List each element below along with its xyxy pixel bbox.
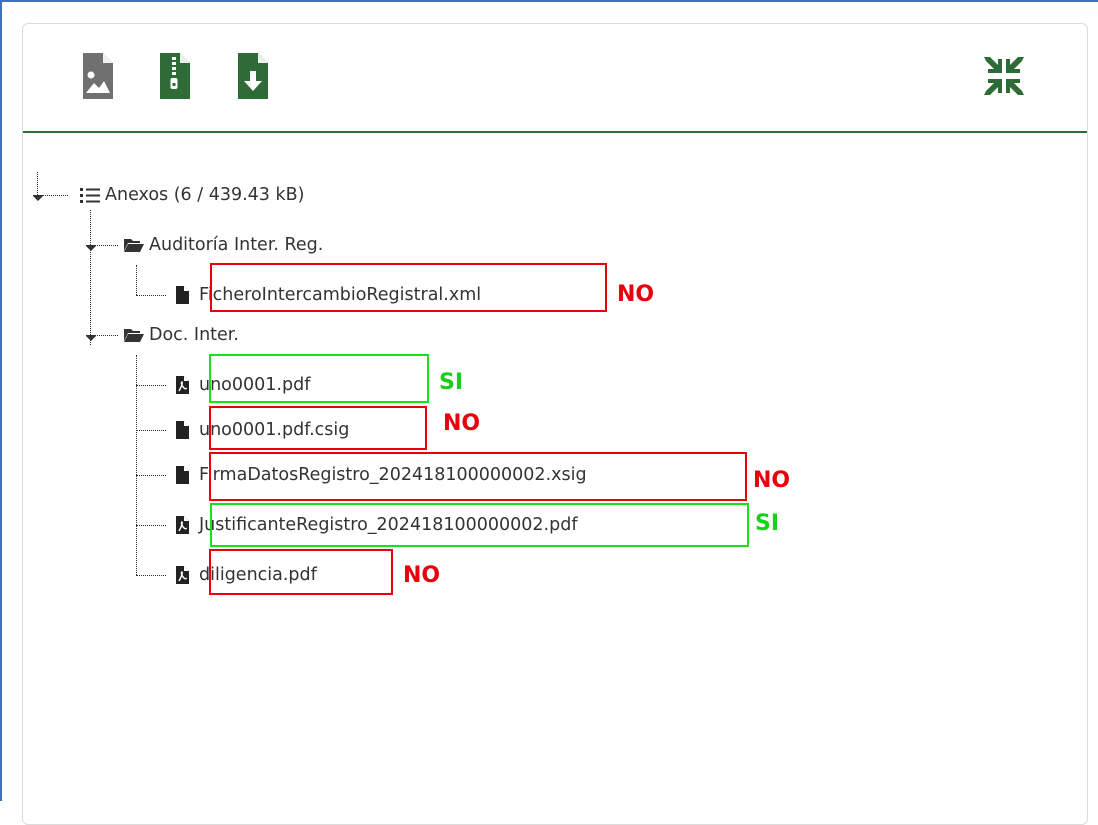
folder-label: Auditoría Inter. Reg.: [149, 235, 324, 255]
tree-root-anexos[interactable]: Anexos (6 / 439.43 kB): [79, 180, 304, 210]
tree-folder-doc-inter[interactable]: Doc. Inter.: [123, 320, 239, 350]
tree-root-label: Anexos (6 / 439.43 kB): [105, 185, 305, 205]
folder-label: Doc. Inter.: [149, 325, 239, 345]
folder-open-icon: [123, 234, 145, 256]
window-top-border: [0, 0, 1098, 2]
annotation-box: [210, 263, 607, 312]
tree-folder-auditoria[interactable]: Auditoría Inter. Reg.: [123, 230, 323, 260]
file-icon: [171, 419, 193, 441]
annotation-box: [210, 503, 749, 547]
collapse-icon[interactable]: [980, 51, 1028, 101]
annotation-box: [209, 354, 429, 403]
tree-connector: [136, 575, 166, 576]
annotation-box: [209, 549, 393, 595]
annotation-box: [209, 452, 747, 501]
tree-connector: [136, 295, 166, 296]
toolbar: [23, 24, 1087, 133]
annotation-mark: NO: [403, 563, 441, 588]
annotation-mark: NO: [753, 468, 791, 493]
folder-open-icon: [123, 324, 145, 346]
download-file-icon[interactable]: [236, 51, 270, 101]
tree-connector: [136, 475, 166, 476]
tree-connector: [136, 355, 137, 575]
window-left-border: [0, 0, 2, 801]
pdf-file-icon: [171, 374, 193, 396]
pdf-file-icon: [171, 564, 193, 586]
list-icon: [79, 184, 101, 206]
annotation-box: [209, 406, 427, 450]
file-icon: [171, 284, 193, 306]
expanded-arrow-icon[interactable]: [32, 189, 44, 208]
file-tree: Anexos (6 / 439.43 kB) Auditoría Inter. …: [23, 132, 1087, 822]
annotation-mark: NO: [617, 282, 655, 307]
image-file-icon[interactable]: [81, 51, 115, 101]
expanded-arrow-icon[interactable]: [85, 239, 97, 258]
expanded-arrow-icon[interactable]: [85, 329, 97, 348]
tree-connector: [136, 265, 137, 295]
annotation-mark: SI: [439, 370, 464, 395]
tree-connector: [136, 525, 166, 526]
zip-file-icon[interactable]: [158, 51, 192, 101]
tree-connector: [90, 210, 91, 345]
attachments-panel: Anexos (6 / 439.43 kB) Auditoría Inter. …: [22, 23, 1088, 825]
file-icon: [171, 464, 193, 486]
tree-connector: [136, 385, 166, 386]
tree-connector: [136, 430, 166, 431]
annotation-mark: SI: [755, 511, 780, 536]
annotation-mark: NO: [443, 411, 481, 436]
pdf-file-icon: [171, 514, 193, 536]
